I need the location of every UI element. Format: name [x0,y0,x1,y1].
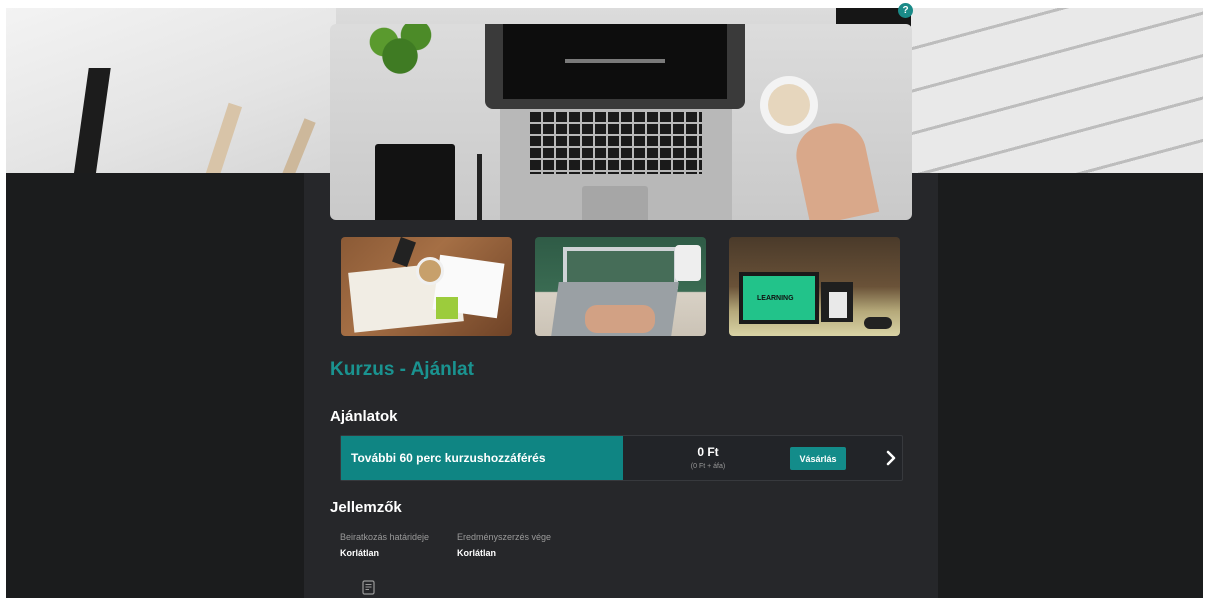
buy-button[interactable]: Vásárlás [790,447,846,470]
paper-decor [6,8,336,173]
page-title: Kurzus - Ajánlat [330,359,474,380]
features-section-title: Jellemzők [330,499,402,516]
notebook-decor [375,144,455,220]
help-icon[interactable]: ? [898,3,913,18]
trackpad-decor [582,186,648,220]
thumbnail-caption: LEARNING [757,295,794,302]
gallery-thumbnail-1[interactable] [341,237,512,336]
offer-name: További 60 perc kurzushozzáférés [341,436,623,480]
plant-decor [360,24,440,84]
feature-enrollment-deadline: Beiratkozás határideje Korlátlan [340,532,429,558]
document-icon [362,580,375,595]
laptop-screen-decor [485,24,745,109]
course-cover-image [330,24,912,220]
offer-row[interactable]: További 60 perc kurzushozzáférés 0 Ft (0… [340,435,903,481]
feature-value: Korlátlan [340,548,380,558]
pen-decor [477,154,482,220]
hand-decor [790,117,880,220]
wood-decor [911,8,1203,173]
feature-result-end: Eredményszerzés vége Korlátlan [457,532,551,558]
offer-price: 0 Ft [697,445,719,459]
feature-label: Beiratkozás határideje [340,532,430,542]
offer-price-detail: (0 Ft + áfa) [690,463,726,470]
feature-value: Korlátlan [457,548,497,558]
gallery-thumbnail-2[interactable] [535,237,706,336]
offers-section-title: Ajánlatok [330,408,398,425]
coffee-cup-decor [760,76,818,134]
feature-label: Eredményszerzés vége [457,532,552,542]
gallery-thumbnail-3[interactable]: LEARNING [729,237,900,336]
chevron-right-icon[interactable] [884,449,898,467]
